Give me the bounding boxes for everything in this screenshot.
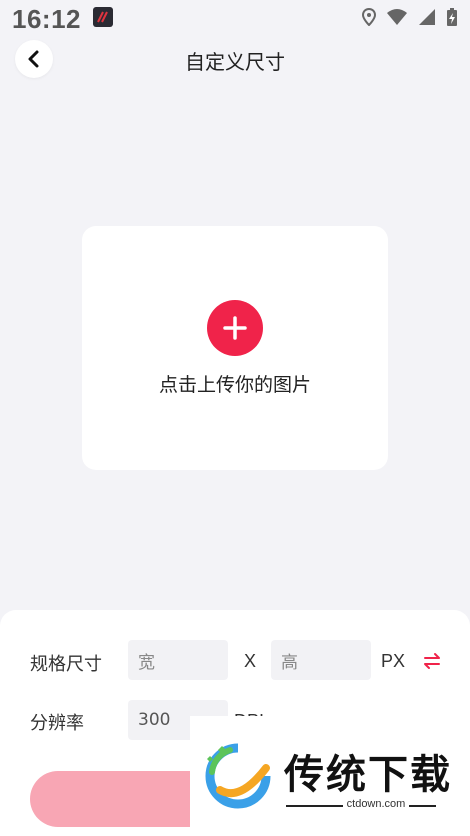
- size-unit: PX: [381, 651, 406, 671]
- resolution-label: 分辨率: [30, 713, 84, 734]
- location-icon: [362, 8, 376, 26]
- width-placeholder: 宽: [138, 652, 155, 673]
- status-icons: [362, 6, 458, 28]
- swap-icon[interactable]: [422, 650, 442, 672]
- wifi-icon: [387, 9, 407, 25]
- status-time: 16:12: [12, 4, 81, 34]
- watermark-subtitle: ctdown.com: [190, 798, 470, 810]
- header: 自定义尺寸: [0, 36, 470, 82]
- watermark: 传统下载 ctdown.com: [190, 716, 470, 836]
- width-input[interactable]: 宽: [128, 640, 228, 680]
- plus-icon: [223, 316, 247, 340]
- upload-card[interactable]: 点击上传你的图片: [82, 226, 388, 470]
- size-label: 规格尺寸: [30, 654, 102, 675]
- height-placeholder: 高: [281, 652, 298, 673]
- page-title: 自定义尺寸: [185, 50, 285, 74]
- status-bar: 16:12: [0, 0, 470, 34]
- size-separator: X: [244, 651, 257, 671]
- app-notification-icon: [93, 7, 113, 27]
- watermark-title: 传统下载: [284, 752, 452, 798]
- upload-label: 点击上传你的图片: [158, 374, 311, 396]
- upload-button[interactable]: [207, 300, 263, 356]
- resolution-value: 300: [138, 710, 171, 730]
- height-input[interactable]: 高: [271, 640, 371, 680]
- signal-icon: [419, 9, 435, 25]
- battery-charging-icon: [447, 8, 457, 26]
